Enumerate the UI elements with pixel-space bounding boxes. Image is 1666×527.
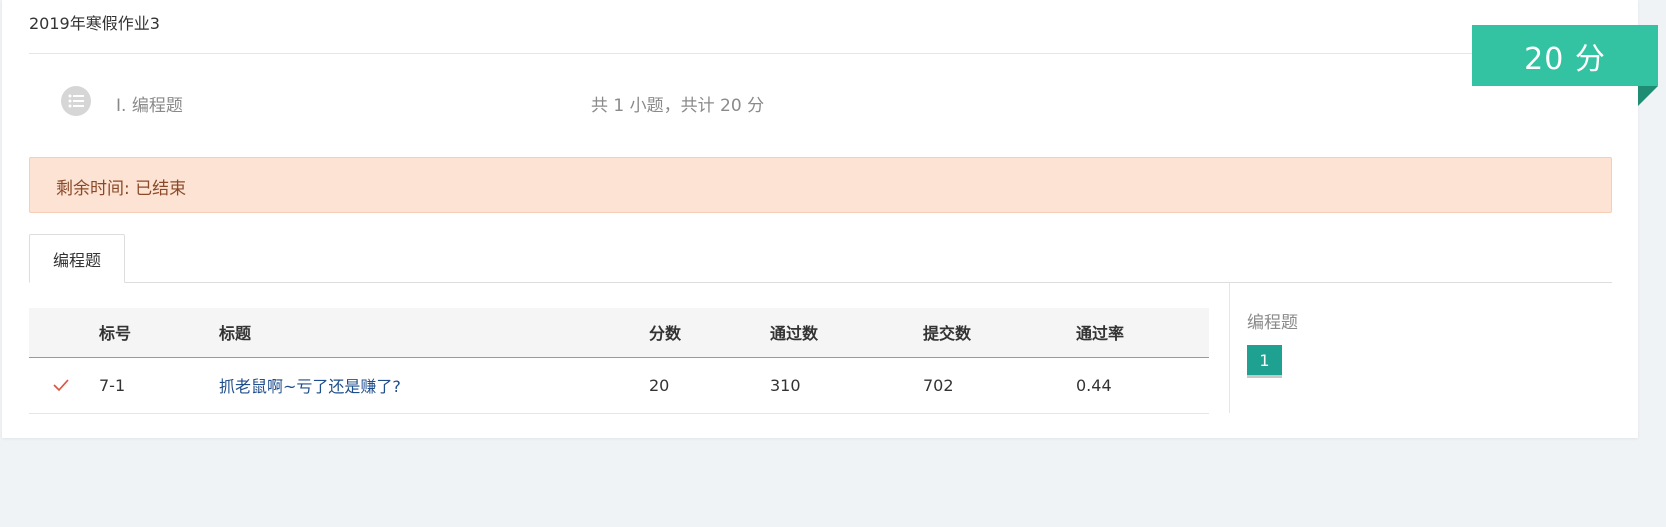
assignment-card: 2019年寒假作业3 I. 编程题 共 1 小题，共计 20 分 剩余时间: 已… [2, 0, 1638, 438]
question-number-button[interactable]: 1 [1247, 345, 1282, 378]
question-navigator: 编程题 1 [1247, 308, 1607, 378]
problem-number: 7-1 [99, 375, 126, 395]
problem-table-wrapper: 标号 标题 分数 通过数 提交数 通过率 7-1 抓老鼠啊~亏了还是赚了? 20… [29, 308, 1209, 414]
problem-pass-rate: 0.44 [1076, 375, 1112, 395]
score-badge-fold [1638, 86, 1658, 106]
section-summary: 共 1 小题，共计 20 分 [591, 96, 765, 116]
header-passed: 通过数 [770, 324, 819, 344]
section-label: I. 编程题 [116, 96, 183, 116]
header-status [29, 308, 99, 357]
table-header-row: 标号 标题 分数 通过数 提交数 通过率 [29, 308, 1209, 357]
problem-passed-count: 310 [770, 375, 801, 395]
problem-table: 标号 标题 分数 通过数 提交数 通过率 7-1 抓老鼠啊~亏了还是赚了? 20… [29, 308, 1209, 414]
problem-submitted-count: 702 [923, 375, 954, 395]
problem-score: 20 [649, 375, 670, 395]
tabs-bar: 编程题 [29, 234, 1612, 283]
score-badge-text: 20 分 [1524, 41, 1606, 77]
list-icon [61, 86, 91, 116]
status-cell [29, 357, 99, 413]
header-submitted: 提交数 [923, 324, 972, 344]
alert-text: 剩余时间: 已结束 [56, 179, 187, 199]
header-number: 标号 [99, 324, 132, 344]
vertical-divider [1229, 283, 1230, 413]
problem-title-cell: 抓老鼠啊~亏了还是赚了? [219, 357, 649, 413]
header-pass-rate: 通过率 [1076, 324, 1125, 344]
problem-title-link[interactable]: 抓老鼠啊~亏了还是赚了? [219, 377, 401, 396]
tab-label: 编程题 [52, 250, 101, 270]
check-icon [53, 376, 69, 395]
section-summary-row: I. 编程题 共 1 小题，共计 20 分 [29, 54, 1612, 150]
header-score: 分数 [649, 324, 682, 344]
tab-programming[interactable]: 编程题 [29, 234, 125, 283]
score-badge: 20 分 [1472, 25, 1658, 86]
header-title: 标题 [219, 324, 252, 344]
assignment-title: 2019年寒假作业3 [29, 14, 160, 33]
time-remaining-alert: 剩余时间: 已结束 [29, 157, 1612, 213]
table-row[interactable]: 7-1 抓老鼠啊~亏了还是赚了? 20 310 702 0.44 [29, 357, 1209, 413]
navigator-label: 编程题 [1247, 313, 1298, 333]
